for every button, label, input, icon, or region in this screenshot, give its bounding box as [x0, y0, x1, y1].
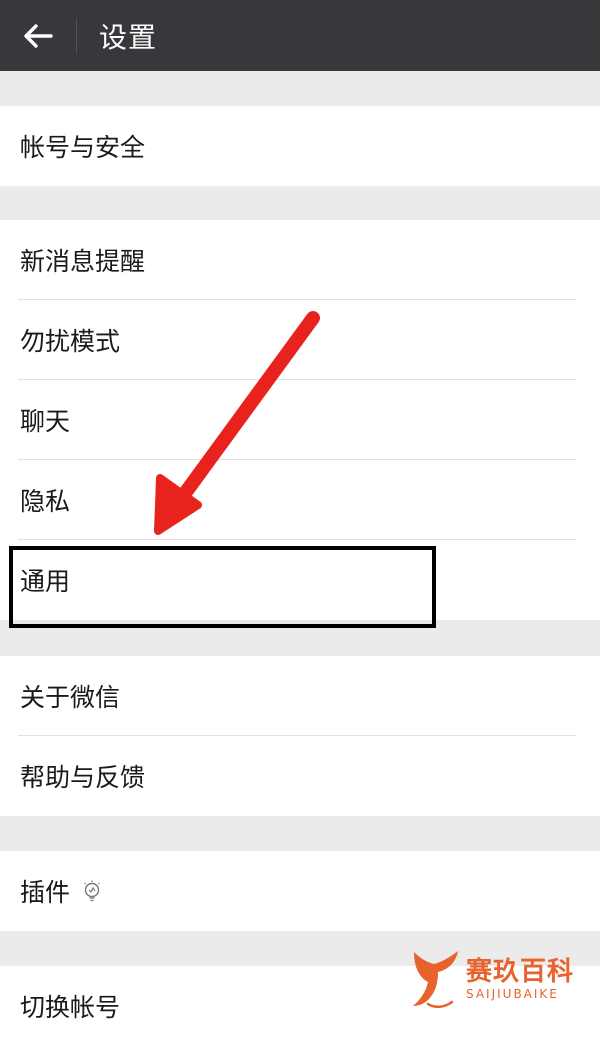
menu-item-account-security[interactable]: 帐号与安全	[0, 106, 600, 186]
menu-item-label: 帮助与反馈	[20, 763, 146, 792]
menu-item-label: 帐号与安全	[20, 133, 146, 162]
menu-item-label: 勿扰模式	[20, 327, 121, 356]
watermark-logo: 赛玖百科 SAIJIUBAIKE	[410, 946, 590, 1012]
menu-item-do-not-disturb[interactable]: 勿扰模式	[0, 300, 600, 380]
settings-group-account: 帐号与安全	[0, 106, 600, 186]
settings-group-plugins: 插件	[0, 851, 600, 931]
title-bar: 设置	[0, 0, 600, 71]
back-button[interactable]	[0, 0, 76, 71]
whale-tail-icon	[413, 951, 458, 1008]
menu-item-label: 关于微信	[20, 683, 121, 712]
menu-item-label: 新消息提醒	[20, 247, 146, 276]
back-arrow-icon	[24, 23, 53, 48]
watermark-cn-text: 赛玖百科	[466, 957, 575, 987]
lightbulb-icon	[84, 880, 100, 902]
watermark-en-text: SAIJIUBAIKE	[466, 987, 559, 1001]
menu-item-label: 插件	[20, 878, 71, 907]
menu-item-label: 通用	[20, 567, 71, 596]
menu-item-chat[interactable]: 聊天	[0, 380, 600, 460]
menu-item-privacy[interactable]: 隐私	[0, 460, 600, 540]
page-title: 设置	[99, 20, 158, 54]
menu-item-label: 隐私	[20, 487, 71, 516]
menu-item-about-wechat[interactable]: 关于微信	[0, 656, 600, 736]
settings-group-about: 关于微信 帮助与反馈	[0, 656, 600, 816]
menu-item-plugins[interactable]: 插件	[0, 851, 600, 931]
menu-item-general[interactable]: 通用	[0, 540, 600, 620]
menu-item-help-feedback[interactable]: 帮助与反馈	[0, 736, 600, 816]
menu-item-new-message-notification[interactable]: 新消息提醒	[0, 220, 600, 300]
title-divider	[76, 17, 77, 54]
menu-item-label: 聊天	[20, 407, 71, 436]
menu-item-label: 切换帐号	[20, 993, 121, 1022]
settings-group-general: 新消息提醒 勿扰模式 聊天 隐私 通用	[0, 220, 600, 620]
